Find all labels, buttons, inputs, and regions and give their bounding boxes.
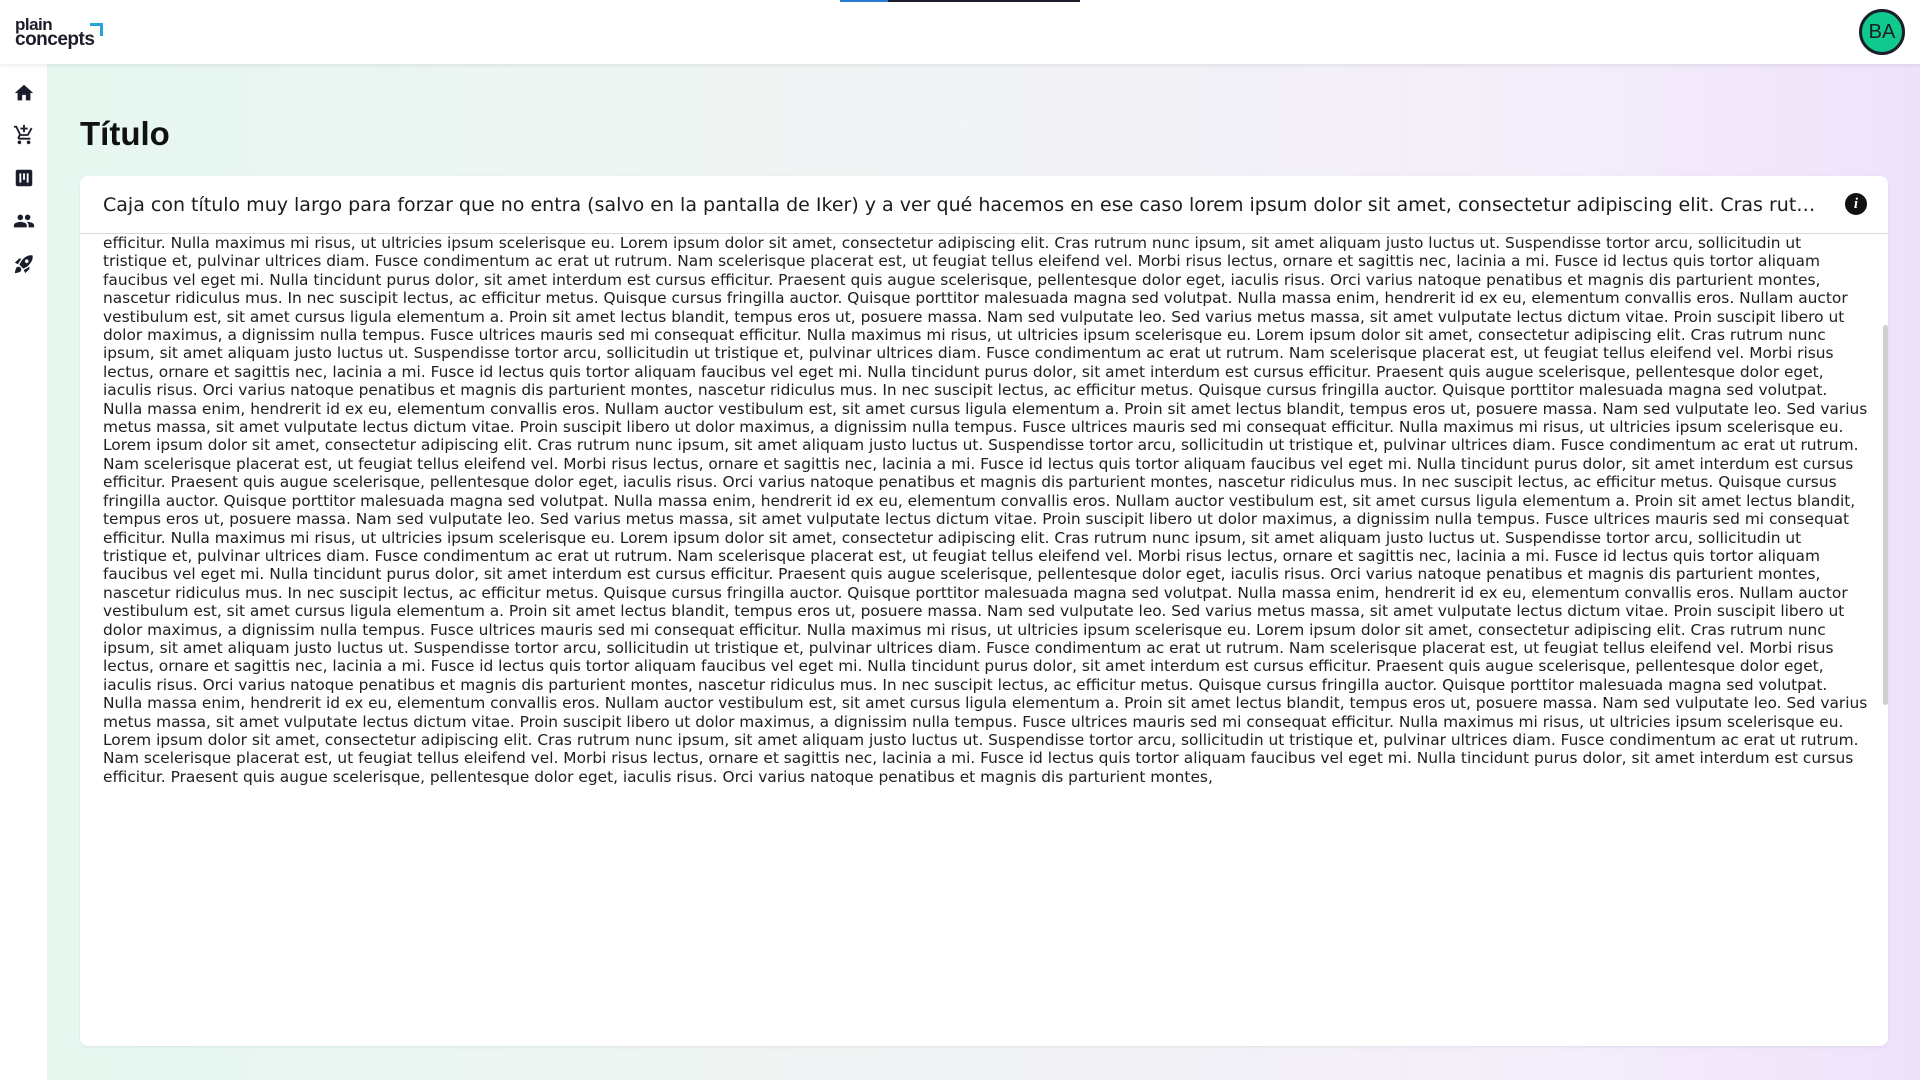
home-icon <box>14 84 34 101</box>
info-icon[interactable]: i <box>1845 193 1867 215</box>
top-progress-active <box>840 0 888 2</box>
board-icon <box>15 169 33 187</box>
card-body-text: efficitur. Nulla maximus mi risus, ut ul… <box>103 234 1868 786</box>
sidebar-item-rocket[interactable] <box>11 251 37 277</box>
sidebar-item-people[interactable] <box>11 208 37 234</box>
page-title: Título <box>80 115 170 152</box>
user-avatar[interactable]: BA <box>1859 9 1905 55</box>
main-content: Título Caja con título muy largo para fo… <box>48 64 1920 1080</box>
cart-add-icon <box>13 124 33 145</box>
card-body[interactable]: efficitur. Nulla maximus mi risus, ut ul… <box>80 234 1888 1046</box>
card-title: Caja con título muy largo para forzar qu… <box>103 194 1823 216</box>
people-icon <box>13 214 35 228</box>
sidebar-item-home[interactable] <box>11 80 37 106</box>
rocket-icon <box>14 255 33 274</box>
scrollbar-thumb[interactable] <box>1883 325 1888 705</box>
sidebar <box>0 64 48 1080</box>
card-header: Caja con título muy largo para forzar qu… <box>80 176 1888 234</box>
avatar-initials: BA <box>1868 20 1896 43</box>
content-card: Caja con título muy largo para forzar qu… <box>80 176 1888 1046</box>
logo-line2: concepts <box>15 29 95 50</box>
sidebar-item-board[interactable] <box>11 165 37 191</box>
sidebar-item-cart[interactable] <box>11 122 37 148</box>
logo[interactable]: plain concepts <box>15 16 105 50</box>
logo-mark <box>90 23 103 36</box>
top-progress-indicator <box>840 0 1080 2</box>
top-bar: plain concepts BA <box>0 0 1920 64</box>
